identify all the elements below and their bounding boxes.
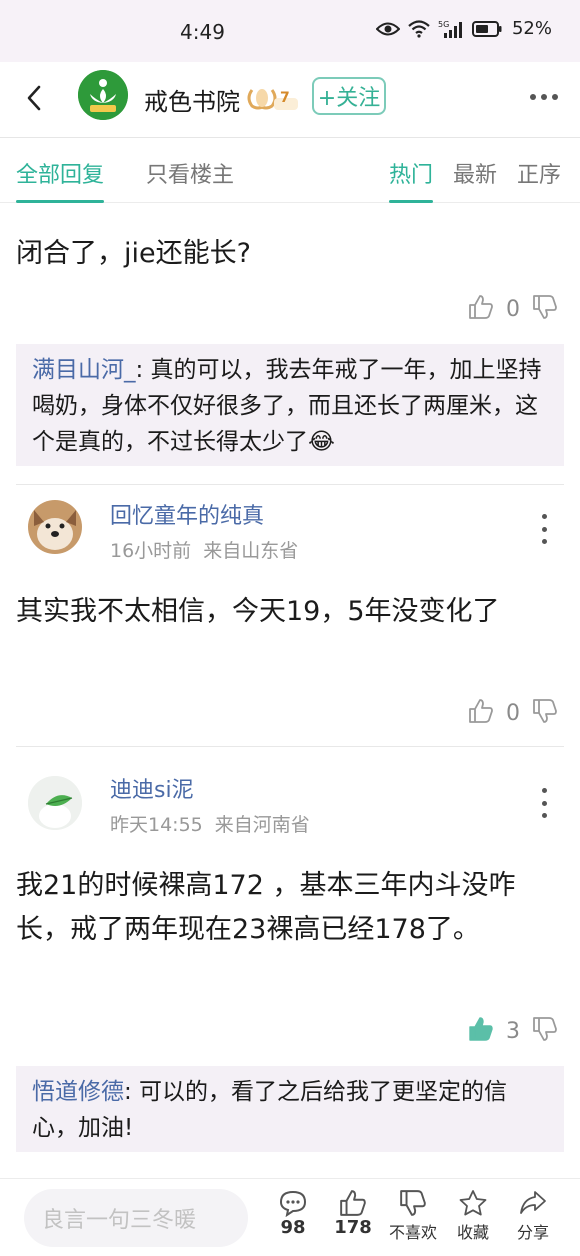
like-row: 0: [468, 294, 558, 324]
bottom-action-bar: 良言一句三冬暖 98 178 不喜欢 收藏 分享: [0, 1178, 580, 1256]
floor-more-button[interactable]: [534, 788, 554, 818]
tab-hot[interactable]: 热门: [389, 157, 434, 203]
battery-icon: [471, 20, 502, 37]
dislike-button[interactable]: 不喜欢: [383, 1189, 443, 1243]
forum-level: 7: [280, 90, 290, 106]
tab-label: 全部回复: [16, 163, 105, 188]
favorite-label: 收藏: [456, 1223, 489, 1242]
floor-divider: [16, 746, 564, 747]
tab-label: 热门: [389, 163, 434, 188]
back-arrow-icon: [27, 85, 41, 111]
like-row: 0: [468, 698, 558, 728]
username[interactable]: 回忆童年的纯真: [110, 498, 264, 530]
back-button[interactable]: [14, 78, 54, 118]
floor-more-button[interactable]: [534, 514, 554, 544]
comment-input[interactable]: 良言一句三冬暖: [24, 1189, 248, 1247]
post-meta: 16小时前 来自山东省: [110, 536, 298, 563]
forum-name[interactable]: 戒色书院: [144, 82, 240, 117]
post-time: 昨天14:55: [110, 814, 203, 836]
avatar[interactable]: [28, 776, 82, 830]
tab-newest[interactable]: 最新: [453, 157, 497, 203]
status-bar: 4:49 5G 52%: [0, 0, 580, 62]
comment-button[interactable]: 98: [263, 1189, 323, 1238]
post-content: 闭合了，jie还能长?: [16, 238, 251, 269]
thumbs-up-filled-icon[interactable]: [468, 1016, 494, 1046]
post-location: 来自山东省: [203, 540, 299, 562]
sub-reply-author[interactable]: 满目山河_: [32, 357, 136, 383]
post-time: 16小时前: [110, 540, 192, 562]
forum-avatar[interactable]: [78, 70, 128, 120]
thumbs-up-icon[interactable]: [468, 698, 494, 728]
thumbs-down-icon[interactable]: [532, 698, 558, 728]
forum-header: 戒色书院 7 +关注: [0, 62, 580, 138]
comment-count: 98: [280, 1217, 306, 1238]
favorite-button[interactable]: 收藏: [443, 1189, 503, 1243]
share-label: 分享: [516, 1223, 549, 1242]
comment-bubble-icon: [279, 1190, 307, 1217]
post-content: 其实我不太相信，今天19，5年没变化了: [16, 596, 500, 627]
tab-ascending[interactable]: 正序: [517, 157, 561, 203]
sub-reply[interactable]: 悟道修德: 可以的，看了之后给我了更坚定的信心，加油!: [16, 1066, 564, 1152]
share-arrow-icon: [520, 1191, 546, 1214]
wifi-icon: [408, 19, 430, 38]
svg-text:5G: 5G: [438, 20, 449, 29]
thumbs-up-icon: [340, 1190, 366, 1216]
share-button[interactable]: 分享: [503, 1189, 563, 1243]
thread-like-count: 178: [334, 1217, 372, 1238]
forum-level-badge: 7: [246, 84, 302, 112]
username[interactable]: 迪迪si泥: [110, 772, 194, 804]
laurel-badge-icon: [247, 89, 298, 110]
avatar[interactable]: [28, 500, 82, 554]
post-meta: 昨天14:55 来自河南省: [110, 810, 310, 837]
tab-label: 最新: [453, 163, 498, 188]
like-row: 3: [468, 1016, 558, 1046]
sub-reply[interactable]: 满目山河_: 真的可以，我去年戒了一年，加上坚持喝奶，身体不仅好很多了，而且还长…: [16, 344, 564, 466]
thumbs-down-icon[interactable]: [532, 1016, 558, 1046]
like-count: 3: [506, 1018, 520, 1044]
lotus-logo-icon: [78, 70, 128, 120]
leaf-avatar-icon: [28, 776, 82, 830]
reply-tabs: 全部回复 只看楼主 热门 最新 正序: [0, 139, 580, 203]
tab-label: 只看楼主: [146, 163, 235, 188]
eye-icon: [375, 21, 400, 37]
more-options-button[interactable]: [524, 82, 564, 112]
active-tab-indicator: [16, 200, 105, 203]
post-location: 来自河南省: [214, 814, 310, 836]
signal-icon: 5G: [438, 19, 464, 39]
like-thread-button[interactable]: 178: [323, 1189, 383, 1238]
battery-percent: 52%: [511, 18, 552, 39]
floor-divider: [16, 484, 564, 485]
tab-label: 正序: [517, 163, 562, 188]
status-icons: 5G 52%: [375, 18, 552, 39]
follow-button[interactable]: +关注: [312, 77, 386, 115]
star-icon: [459, 1190, 487, 1216]
status-time: 4:49: [180, 20, 225, 44]
tab-all-replies[interactable]: 全部回复: [16, 157, 105, 203]
dislike-label: 不喜欢: [388, 1223, 437, 1242]
like-count: 0: [506, 296, 520, 322]
like-count: 0: [506, 700, 520, 726]
sub-reply-author[interactable]: 悟道修德: [32, 1079, 124, 1105]
active-sort-indicator: [389, 200, 434, 203]
tab-only-op[interactable]: 只看楼主: [146, 157, 234, 203]
thumbs-down-icon: [400, 1190, 426, 1216]
dog-avatar-icon: [28, 500, 82, 554]
post-content: 我21的时候裸高172 ，基本三年内斗没咋长，戒了两年现在23裸高已经178了。: [16, 870, 516, 945]
thumbs-down-icon[interactable]: [532, 294, 558, 324]
thumbs-up-icon[interactable]: [468, 294, 494, 324]
